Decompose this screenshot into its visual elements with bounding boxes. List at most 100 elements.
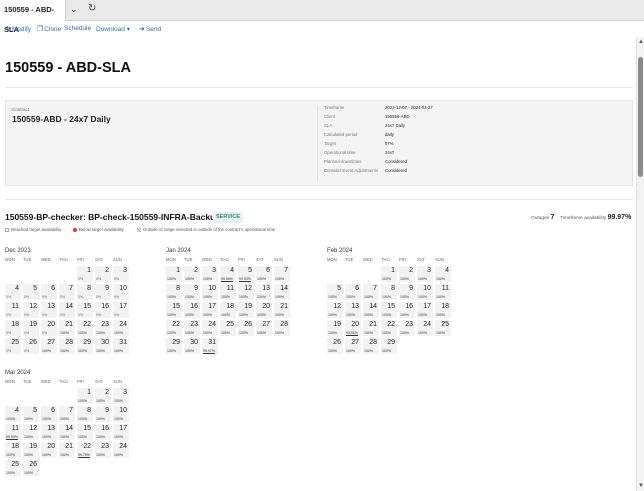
refresh-icon[interactable]: ↻	[88, 3, 96, 14]
tab-report[interactable]: 150559 - ABD-SLA	[0, 0, 66, 34]
day-cell[interactable]: 23 100%	[95, 442, 112, 459]
day-cell[interactable]: 4 100%	[435, 266, 452, 283]
day-cell[interactable]: 11 100%	[220, 284, 237, 301]
day-cell[interactable]: 26 100%	[238, 320, 255, 337]
day-cell[interactable]: 10 0%	[113, 284, 130, 301]
day-cell[interactable]: 19 0%	[23, 320, 40, 337]
day-cell[interactable]: 17 100%	[417, 302, 434, 319]
day-cell[interactable]: 29 100%	[166, 338, 183, 355]
day-cell[interactable]: 8 100%	[381, 284, 398, 301]
day-cell[interactable]: 23 100%	[95, 320, 112, 337]
day-cell[interactable]: 2 100%	[184, 266, 201, 283]
day-cell[interactable]: 9 0%	[95, 284, 112, 301]
day-cell[interactable]: 10 100%	[417, 284, 434, 301]
schedule-button[interactable]: Schedule	[64, 25, 91, 32]
day-cell[interactable]: 13 100%	[256, 284, 273, 301]
day-cell[interactable]: 26 100%	[327, 338, 344, 355]
day-cell[interactable]: 11 0%	[5, 302, 22, 319]
day-cell[interactable]: 1 0%	[77, 266, 94, 283]
day-cell[interactable]: 16 100%	[95, 424, 112, 441]
day-cell[interactable]: 22 100%	[166, 320, 183, 337]
day-cell[interactable]: 8 100%	[166, 284, 183, 301]
day-cell[interactable]: 20 100%	[41, 442, 58, 459]
day-cell[interactable]: 17 100%	[202, 302, 219, 319]
day-cell[interactable]: 31 100%	[113, 338, 130, 355]
day-cell[interactable]: 3 100%	[202, 266, 219, 283]
day-cell[interactable]: 25 100%	[220, 320, 237, 337]
day-cell[interactable]: 2 100%	[95, 388, 112, 405]
day-cell[interactable]: 18 0%	[5, 320, 22, 337]
day-cell[interactable]: 29 100%	[77, 338, 94, 355]
day-cell[interactable]: 3 0%	[113, 266, 130, 283]
day-cell[interactable]: 17 100%	[113, 424, 130, 441]
send-button[interactable]: ➜Send	[139, 25, 161, 33]
day-cell[interactable]: 5 100%	[23, 406, 40, 423]
day-cell[interactable]: 21 100%	[59, 320, 76, 337]
day-cell[interactable]: 5 99.93%	[238, 266, 255, 283]
day-cell[interactable]: 26 0%	[23, 338, 40, 355]
day-cell[interactable]: 3 100%	[113, 388, 130, 405]
day-cell[interactable]: 10 100%	[113, 406, 130, 423]
day-cell[interactable]: 8 0%	[77, 284, 94, 301]
day-cell[interactable]: 30 100%	[95, 338, 112, 355]
day-cell[interactable]: 9 100%	[399, 284, 416, 301]
day-cell[interactable]: 19 100%	[23, 442, 40, 459]
day-cell[interactable]: 1 100%	[166, 266, 183, 283]
day-cell[interactable]: 27 100%	[41, 338, 58, 355]
day-cell[interactable]: 9 100%	[95, 406, 112, 423]
day-cell[interactable]: 24 100%	[202, 320, 219, 337]
day-cell[interactable]: 20 0%	[41, 320, 58, 337]
day-cell[interactable]: 17 0%	[113, 302, 130, 319]
day-cell[interactable]: 22 99.75%	[77, 442, 94, 459]
day-cell[interactable]: 1 100%	[381, 266, 398, 283]
day-cell[interactable]: 6 100%	[41, 406, 58, 423]
day-cell[interactable]: 12 100%	[23, 424, 40, 441]
day-cell[interactable]: 16 0%	[95, 302, 112, 319]
day-cell[interactable]: 22 100%	[77, 320, 94, 337]
day-cell[interactable]: 16 100%	[399, 302, 416, 319]
day-cell[interactable]: 20 100%	[256, 302, 273, 319]
day-cell[interactable]: 1 100%	[77, 388, 94, 405]
day-cell[interactable]: 7 100%	[59, 406, 76, 423]
day-cell[interactable]: 24 100%	[113, 442, 130, 459]
day-cell[interactable]: 27 100%	[345, 338, 362, 355]
chevron-down-icon[interactable]: ⌄	[70, 4, 78, 15]
day-cell[interactable]: 7 100%	[363, 284, 380, 301]
day-cell[interactable]: 15 100%	[166, 302, 183, 319]
day-cell[interactable]: 18 100%	[5, 442, 22, 459]
day-cell[interactable]: 18 100%	[435, 302, 452, 319]
day-cell[interactable]: 31 99.97%	[202, 338, 219, 355]
scroll-up-icon[interactable]: ▲	[638, 39, 644, 45]
day-cell[interactable]: 5 100%	[327, 284, 344, 301]
day-cell[interactable]: 2 100%	[399, 266, 416, 283]
day-cell[interactable]: 19 100%	[327, 320, 344, 337]
day-cell[interactable]: 2 0%	[95, 266, 112, 283]
day-cell[interactable]: 8 100%	[77, 406, 94, 423]
day-cell[interactable]: 21 100%	[274, 302, 291, 319]
day-cell[interactable]: 28 100%	[59, 338, 76, 355]
day-cell[interactable]: 14 100%	[274, 284, 291, 301]
scrollbar-thumb[interactable]	[638, 57, 643, 177]
day-cell[interactable]: 20 99.96%	[345, 320, 362, 337]
scroll-down-icon[interactable]: ▼	[638, 483, 644, 489]
day-cell[interactable]: 3 100%	[417, 266, 434, 283]
day-cell[interactable]: 7 0%	[59, 284, 76, 301]
day-cell[interactable]: 13 100%	[41, 424, 58, 441]
day-cell[interactable]: 14 100%	[363, 302, 380, 319]
day-cell[interactable]: 21 100%	[59, 442, 76, 459]
day-cell[interactable]: 12 100%	[238, 284, 255, 301]
day-cell[interactable]: 14 100%	[59, 424, 76, 441]
day-cell[interactable]: 11 99.93%	[5, 424, 22, 441]
day-cell[interactable]: 26 100%	[23, 460, 40, 477]
day-cell[interactable]: 22 100%	[381, 320, 398, 337]
day-cell[interactable]: 30 100%	[184, 338, 201, 355]
day-cell[interactable]: 11 100%	[435, 284, 452, 301]
day-cell[interactable]: 29 100%	[381, 338, 398, 355]
day-cell[interactable]: 23 100%	[399, 320, 416, 337]
day-cell[interactable]: 16 100%	[184, 302, 201, 319]
day-cell[interactable]: 6 0%	[41, 284, 58, 301]
day-cell[interactable]: 6 100%	[256, 266, 273, 283]
day-cell[interactable]: 5 0%	[23, 284, 40, 301]
vertical-scrollbar[interactable]: ▲ ▼	[636, 37, 644, 491]
day-cell[interactable]: 28 100%	[274, 320, 291, 337]
